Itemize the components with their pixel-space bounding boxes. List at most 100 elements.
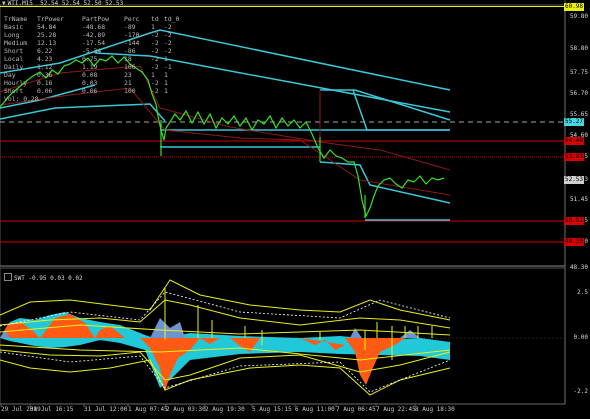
stats-row: Basic 54.84 -48.68 -89 1 -2	[4, 23, 178, 31]
price-tag: 55.27	[564, 118, 584, 126]
sub-axis-label: 0.00	[573, 334, 588, 341]
stats-cell: -5.34	[82, 47, 102, 56]
sub-window-title: SWT -0.95 0.03 0.02	[4, 273, 83, 282]
stats-cell: -2	[151, 31, 159, 40]
header-cell: Perc	[124, 15, 140, 23]
stats-cell: Medium	[4, 39, 28, 48]
stats-cell: -2	[151, 79, 159, 88]
header-cell: PartPow	[82, 15, 109, 23]
stats-cell: Short	[4, 87, 24, 96]
stats-cell: 25.28	[37, 31, 57, 40]
time-axis-label: 1 Aug 07:45	[128, 406, 168, 413]
price-tag: 53.83	[564, 153, 584, 161]
time-axis-label: 8 Aug 18:30	[415, 406, 455, 413]
price-tag: 60.98	[564, 2, 584, 11]
stats-row: Long 25.28 -42.89 -170 -2 -2	[4, 31, 178, 39]
stats-cell: -144	[124, 39, 140, 48]
stats-row: Local 4.23 0.75 18 -2 1	[4, 55, 178, 63]
stats-cell: -1	[164, 63, 172, 72]
stats-cell: 12.13	[37, 39, 57, 48]
sub-window-title-text: SWT -0.95 0.03 0.02	[14, 275, 83, 282]
stats-cell: -86	[124, 47, 136, 56]
stats-cell: 0.06	[82, 87, 98, 96]
stats-cell: Hourly	[4, 79, 28, 88]
stats-cell: -89	[124, 23, 136, 32]
sub-window	[0, 267, 566, 405]
price-tag: 50.51	[564, 217, 584, 225]
stats-cell: 1	[151, 71, 155, 80]
time-axis-label: 7 Aug 22:45	[376, 406, 416, 413]
stats-cell: 1.12	[37, 63, 53, 72]
time-axis-label: 2 Aug 03:30	[166, 406, 206, 413]
time-axis-label: 6 Aug 11:00	[295, 406, 335, 413]
time-axis-label: 2 Aug 19:30	[205, 406, 245, 413]
stats-cell: -48.68	[82, 23, 106, 32]
stats-cell: -2	[151, 55, 159, 64]
stats-cell: 0.16	[37, 79, 53, 88]
stats-cell: 54.84	[37, 23, 57, 32]
stats-cell: 1	[164, 79, 168, 88]
stats-cell: 0.06	[37, 87, 53, 96]
stats-cell: Long	[4, 31, 20, 40]
stats-cell: -2	[164, 39, 172, 48]
price-axis-label: 48.30	[569, 264, 588, 271]
sub-axis-label: -2.2	[573, 388, 588, 395]
stats-cell: -2	[151, 63, 159, 72]
symbol-name: WTI.M15	[7, 0, 33, 7]
stats-cell: -170	[124, 31, 140, 40]
stats-cell: Local	[4, 55, 24, 64]
stats-cell: -2	[151, 87, 159, 96]
dropdown-arrow-icon[interactable]: ▼	[2, 0, 6, 7]
stats-cell: -2	[164, 23, 172, 32]
stats-cell: 1	[164, 55, 168, 64]
stats-row: Hourly 0.16 0.03 21 -2 1	[4, 79, 178, 87]
stats-cell: -42.89	[82, 31, 106, 40]
stats-cell: Day	[4, 71, 16, 80]
price-tag: 54.40	[564, 137, 584, 145]
ohlc-values: 52.54 52.54 52.50 52.53	[40, 0, 124, 7]
stats-cell: 0.03	[82, 79, 98, 88]
stats-row: Short 6.22 -5.34 -86 -2 -2	[4, 47, 178, 55]
time-axis-label: 31 Jul 12:00	[84, 406, 128, 413]
stats-header: TrName TrPower PartPow Perc td td_0	[4, 15, 180, 23]
price-axis-label: 58.80	[569, 45, 588, 52]
symbol-title: ▼ WTI.M15 52.54 52.54 52.50 52.53	[2, 0, 123, 7]
stats-row: Daily 1.12 1.19 106 -2 -1	[4, 63, 178, 71]
header-cell: td_0	[164, 15, 180, 23]
stats-cell: 1.19	[82, 63, 98, 72]
header-cell: TrPower	[37, 15, 64, 23]
stats-cell: 0.36	[37, 71, 53, 80]
stats-cell: -2	[164, 47, 172, 56]
stats-table: TrName TrPower PartPow Perc td td_0 Basi…	[4, 15, 180, 104]
stats-cell: Daily	[4, 63, 24, 72]
stats-cell: -2	[164, 31, 172, 40]
indicator-icon[interactable]	[4, 273, 12, 281]
stats-cell: 0.75	[82, 55, 98, 64]
price-axis-label: 51.45	[569, 196, 588, 203]
price-tag: 49.30	[564, 238, 584, 246]
stats-cell: 23	[124, 71, 132, 80]
stats-row: Day 0.36 0.08 23 1 1	[4, 71, 178, 79]
stats-cell: -17.54	[82, 39, 106, 48]
vol-label: Vol: 0.28	[4, 95, 39, 104]
stats-cell: 6.22	[37, 47, 53, 56]
stats-cell: 4.23	[37, 55, 53, 64]
stats-cell: -2	[151, 47, 159, 56]
stats-row: Short 0.06 0.06 100 -2 1	[4, 87, 178, 95]
stats-cell: 1	[164, 87, 168, 96]
stats-cell: 1	[151, 23, 155, 32]
stats-cell: 1	[164, 71, 168, 80]
price-axis-label: 56.70	[569, 90, 588, 97]
price-axis-label: 59.80	[569, 13, 588, 20]
price-tag: 52.53	[564, 176, 584, 184]
stats-cell: 0.08	[82, 71, 98, 80]
time-axis-label: 7 Aug 06:45	[336, 406, 376, 413]
sub-axis-label: 2.5	[577, 289, 588, 296]
stats-cell: 100	[124, 87, 136, 96]
stats-cell: -2	[151, 39, 159, 48]
header-cell: td	[151, 15, 159, 23]
stats-cell: 106	[124, 63, 136, 72]
stats-cell: 18	[124, 55, 132, 64]
stats-cell: Short	[4, 47, 24, 56]
price-axis-label: 57.75	[569, 69, 588, 76]
